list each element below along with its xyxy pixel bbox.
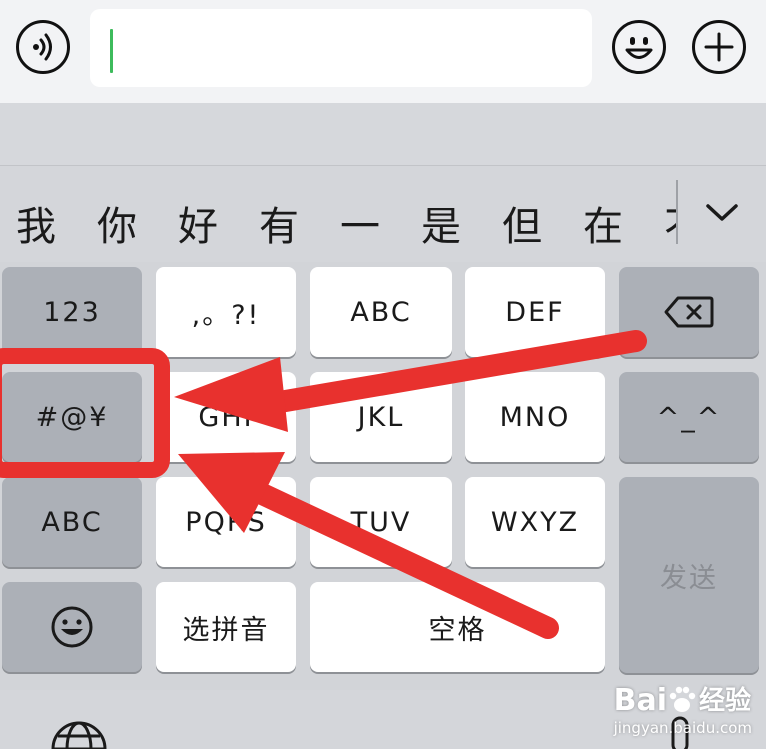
plus-icon — [704, 32, 734, 62]
key-label: ^_^ — [656, 401, 722, 433]
backspace-icon — [664, 296, 714, 328]
paw-icon — [669, 686, 696, 712]
emoji-button[interactable] — [612, 20, 666, 74]
def-key[interactable]: DEF — [465, 267, 605, 357]
key-label: 123 — [43, 296, 101, 328]
watermark-brand: Bai — [613, 683, 667, 718]
candidate-word[interactable]: 不 — [664, 194, 676, 252]
watermark-url: jingyan.baidu.com — [613, 719, 752, 737]
abc-mode-key[interactable]: ABC — [2, 477, 142, 567]
jkl-key[interactable]: JKL — [310, 372, 452, 462]
key-label: ABC — [350, 296, 412, 328]
input-bar — [0, 0, 766, 103]
symbols-key[interactable]: #@¥ — [2, 372, 142, 462]
chevron-down-icon — [706, 204, 738, 221]
numbers-key[interactable]: 123 — [2, 267, 142, 357]
key-label: JKL — [357, 401, 405, 433]
globe-icon — [51, 721, 107, 749]
expand-candidates-button[interactable] — [690, 190, 754, 238]
key-label: WXYZ — [490, 506, 580, 538]
candidate-word[interactable]: 一 — [340, 194, 380, 252]
space-key[interactable]: 空格 — [310, 582, 605, 672]
ghi-key[interactable]: GHI — [156, 372, 296, 462]
candidate-word[interactable]: 在 — [583, 194, 623, 252]
emoji-key[interactable] — [2, 582, 142, 672]
key-label: PQRS — [185, 506, 267, 538]
voice-icon — [33, 33, 52, 61]
candidate-clip: 不 — [664, 166, 676, 262]
candidate-word[interactable]: 有 — [259, 194, 299, 252]
smiley-icon — [625, 37, 653, 59]
voice-input-button[interactable] — [16, 20, 70, 74]
key-label: MNO — [499, 401, 571, 433]
pqrs-key[interactable]: PQRS — [156, 477, 296, 567]
abc-key[interactable]: ABC — [310, 267, 452, 357]
send-key[interactable]: 发送 — [619, 477, 759, 673]
candidate-divider — [676, 180, 678, 244]
kaomoji-key[interactable]: ^_^ — [619, 372, 759, 462]
more-button[interactable] — [692, 20, 746, 74]
key-label: 空格 — [428, 614, 487, 646]
pinyin-select-key[interactable]: 选拼音 — [156, 582, 296, 672]
watermark: Bai 经验 jingyan.baidu.com — [613, 685, 752, 738]
wxyz-key[interactable]: WXYZ — [465, 477, 605, 567]
key-label: TUV — [350, 506, 412, 538]
key-label: ,。?! — [191, 299, 261, 331]
watermark-logo: Bai 经验 — [614, 685, 752, 717]
punctuation-key[interactable]: ,。?! — [156, 267, 296, 357]
language-switch-button[interactable] — [48, 718, 110, 749]
smiley-icon — [51, 606, 93, 648]
candidate-word[interactable]: 你 — [97, 194, 137, 252]
mno-key[interactable]: MNO — [465, 372, 605, 462]
key-label: GHI — [198, 401, 254, 433]
candidate-word[interactable]: 但 — [502, 194, 542, 252]
backspace-key[interactable] — [619, 267, 759, 357]
candidate-word[interactable]: 是 — [421, 194, 461, 252]
message-input[interactable] — [90, 9, 592, 87]
key-label: DEF — [505, 296, 565, 328]
key-label: #@¥ — [35, 401, 109, 433]
keyboard-toolbar — [0, 103, 766, 166]
key-label: 选拼音 — [182, 614, 270, 646]
text-caret — [110, 29, 113, 73]
watermark-suffix: 经验 — [698, 686, 751, 716]
candidate-bar: 我 你 好 有 一 是 但 在 不 — [0, 166, 766, 262]
candidate-word[interactable]: 好 — [178, 194, 218, 252]
candidate-word[interactable]: 我 — [16, 194, 56, 252]
key-label: 发送 — [660, 562, 718, 594]
tuv-key[interactable]: TUV — [310, 477, 452, 567]
key-label: ABC — [41, 506, 103, 538]
